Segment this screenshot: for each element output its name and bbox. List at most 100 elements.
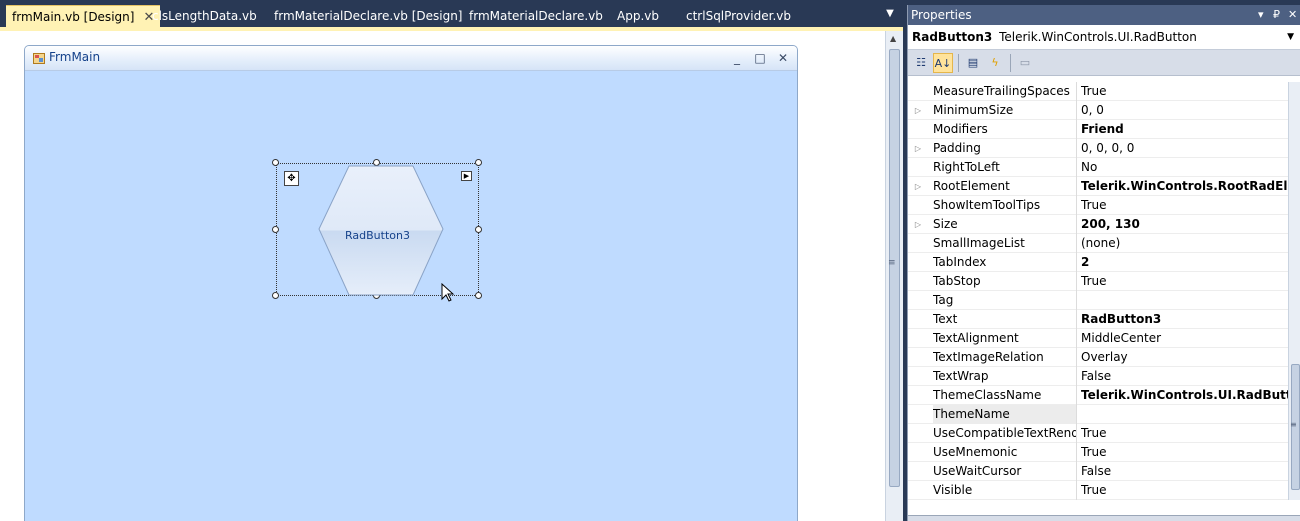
property-value[interactable]: Telerik.WinControls.RootRadElement bbox=[1081, 177, 1288, 196]
resize-grip-bottom-right[interactable] bbox=[475, 292, 482, 299]
property-value[interactable]: MiddleCenter bbox=[1081, 329, 1288, 348]
row-gutter bbox=[908, 120, 928, 139]
tab-ctrlsqlprovider[interactable]: ctrlSqlProvider.vb bbox=[686, 5, 791, 27]
scroll-up-icon[interactable]: ▲ bbox=[890, 34, 896, 43]
property-row[interactable]: Text RadButton3 bbox=[908, 310, 1288, 329]
property-grid-scrollbar[interactable]: ≡ bbox=[1288, 82, 1300, 500]
property-row[interactable]: Modifiers Friend bbox=[908, 120, 1288, 139]
property-value[interactable]: Overlay bbox=[1081, 348, 1288, 367]
scroll-thumb[interactable] bbox=[889, 49, 900, 487]
property-row[interactable]: TabIndex 2 bbox=[908, 253, 1288, 272]
designer-vertical-scrollbar[interactable]: ▲ ≡ bbox=[885, 31, 903, 521]
tab-frmmaterialdeclare[interactable]: frmMaterialDeclare.vb bbox=[469, 5, 603, 27]
property-name: Tag bbox=[933, 291, 1077, 310]
property-value[interactable]: False bbox=[1081, 367, 1288, 386]
property-value[interactable]: 0, 0 bbox=[1081, 101, 1288, 120]
tab-frmmaterialdeclare-design[interactable]: frmMaterialDeclare.vb [Design] bbox=[274, 5, 463, 27]
property-name: TextAlignment bbox=[933, 329, 1077, 348]
property-value[interactable]: No bbox=[1081, 158, 1288, 177]
form-title-bar[interactable]: FrmMain _ □ ✕ bbox=[25, 46, 797, 71]
property-row[interactable]: Tag bbox=[908, 291, 1288, 310]
property-value[interactable]: 2 bbox=[1081, 253, 1288, 272]
property-value[interactable] bbox=[1081, 405, 1288, 424]
property-value[interactable]: True bbox=[1081, 424, 1288, 443]
maximize-icon[interactable]: □ bbox=[751, 49, 769, 67]
move-handle-icon[interactable]: ✥ bbox=[284, 171, 299, 186]
expand-arrow-icon[interactable]: ▷ bbox=[908, 215, 928, 234]
property-pages-icon[interactable]: ▭ bbox=[1015, 53, 1035, 73]
row-gutter bbox=[908, 386, 928, 405]
designer-surface[interactable]: FrmMain _ □ ✕ ✥ ▶ RadButton3 bbox=[0, 31, 885, 521]
resize-grip-left[interactable] bbox=[272, 226, 279, 233]
property-value[interactable]: True bbox=[1081, 196, 1288, 215]
expand-arrow-icon[interactable]: ▷ bbox=[908, 177, 928, 196]
form-frmmain[interactable]: FrmMain _ □ ✕ ✥ ▶ RadButton3 bbox=[24, 45, 798, 521]
pane-dropdown-icon[interactable]: ▾ bbox=[1258, 5, 1264, 25]
property-row[interactable]: ▷ Size 200, 130 bbox=[908, 215, 1288, 234]
property-value[interactable]: 200, 130 bbox=[1081, 215, 1288, 234]
property-row[interactable]: ShowItemToolTips True bbox=[908, 196, 1288, 215]
resize-grip-top-right[interactable] bbox=[475, 159, 482, 166]
property-value[interactable]: Telerik.WinControls.UI.RadButton bbox=[1081, 386, 1288, 405]
tab-frmmain-design[interactable]: frmMain.vb [Design] ✕ bbox=[6, 5, 161, 27]
resize-grip-top-left[interactable] bbox=[272, 159, 279, 166]
close-window-icon[interactable]: ✕ bbox=[774, 49, 792, 67]
property-row[interactable]: MeasureTrailingSpaces True bbox=[908, 82, 1288, 101]
property-row[interactable]: UseMnemonic True bbox=[908, 443, 1288, 462]
properties-splitter[interactable] bbox=[908, 515, 1300, 521]
expand-arrow-icon[interactable]: ▷ bbox=[908, 139, 928, 158]
smart-tag-icon[interactable]: ▶ bbox=[461, 171, 472, 181]
property-row[interactable]: Visible True bbox=[908, 481, 1288, 500]
mouse-cursor-icon bbox=[441, 283, 455, 302]
property-row[interactable]: TextAlignment MiddleCenter bbox=[908, 329, 1288, 348]
events-icon[interactable]: ϟ bbox=[985, 53, 1005, 73]
properties-title-bar[interactable]: Properties ▾ ₽ ✕ bbox=[908, 5, 1300, 25]
row-gutter bbox=[908, 424, 928, 443]
property-value[interactable]: 0, 0, 0, 0 bbox=[1081, 139, 1288, 158]
property-value[interactable]: Friend bbox=[1081, 120, 1288, 139]
resize-grip-right[interactable] bbox=[475, 226, 482, 233]
property-row[interactable]: ▷ RootElement Telerik.WinControls.RootRadE… bbox=[908, 177, 1288, 196]
property-row[interactable]: UseWaitCursor False bbox=[908, 462, 1288, 481]
row-gutter bbox=[908, 481, 928, 500]
property-value[interactable]: True bbox=[1081, 272, 1288, 291]
pane-close-icon[interactable]: ✕ bbox=[1288, 5, 1297, 25]
property-value[interactable]: (none) bbox=[1081, 234, 1288, 253]
expand-arrow-icon[interactable]: ▷ bbox=[908, 101, 928, 120]
property-value[interactable]: RadButton3 bbox=[1081, 310, 1288, 329]
property-row[interactable]: UseCompatibleTextRenderingTrue bbox=[908, 424, 1288, 443]
alphabetical-icon[interactable]: A↓ bbox=[933, 53, 953, 73]
row-gutter bbox=[908, 291, 928, 310]
property-value[interactable]: False bbox=[1081, 462, 1288, 481]
tab-clslengthdata[interactable]: clsLengthData.vb bbox=[152, 5, 257, 27]
property-row[interactable]: ▷ MinimumSize 0, 0 bbox=[908, 101, 1288, 120]
property-value[interactable]: True bbox=[1081, 481, 1288, 500]
scroll-grip-icon: ≡ bbox=[1290, 420, 1297, 429]
chevron-down-icon[interactable]: ▼ bbox=[1287, 25, 1294, 50]
property-row[interactable]: TextWrap False bbox=[908, 367, 1288, 386]
row-gutter bbox=[908, 367, 928, 386]
resize-grip-bottom-left[interactable] bbox=[272, 292, 279, 299]
property-name: ShowItemToolTips bbox=[933, 196, 1077, 215]
property-row[interactable]: ThemeName bbox=[908, 405, 1288, 424]
property-value[interactable]: True bbox=[1081, 443, 1288, 462]
property-row[interactable]: TextImageRelation Overlay bbox=[908, 348, 1288, 367]
object-selector[interactable]: RadButton3 Telerik.WinControls.UI.RadBut… bbox=[908, 25, 1300, 50]
property-row[interactable]: RightToLeft No bbox=[908, 158, 1288, 177]
properties-icon[interactable]: ▤ bbox=[963, 53, 983, 73]
toolbar-divider bbox=[958, 54, 959, 72]
property-value[interactable]: True bbox=[1081, 82, 1288, 101]
categorized-icon[interactable]: ☷ bbox=[911, 53, 931, 73]
minimize-icon[interactable]: _ bbox=[728, 49, 746, 67]
property-row[interactable]: ThemeClassName Telerik.WinControls.UI.Rad… bbox=[908, 386, 1288, 405]
tab-overflow-icon[interactable]: ▼ bbox=[883, 8, 897, 22]
form-title: FrmMain bbox=[49, 50, 101, 64]
property-row[interactable]: ▷ Padding 0, 0, 0, 0 bbox=[908, 139, 1288, 158]
tab-app[interactable]: App.vb bbox=[617, 5, 659, 27]
property-row[interactable]: SmallImageList (none) bbox=[908, 234, 1288, 253]
property-value[interactable] bbox=[1081, 291, 1288, 310]
property-row[interactable]: TabStop True bbox=[908, 272, 1288, 291]
row-gutter bbox=[908, 196, 928, 215]
pin-icon[interactable]: ₽ bbox=[1273, 5, 1280, 25]
row-gutter bbox=[908, 234, 928, 253]
